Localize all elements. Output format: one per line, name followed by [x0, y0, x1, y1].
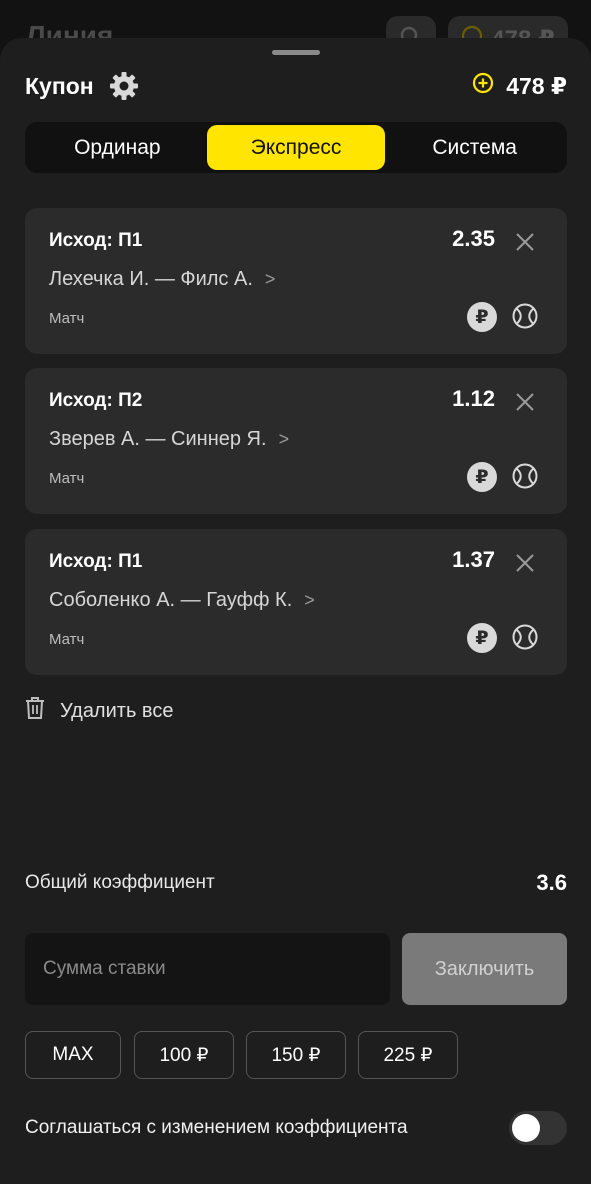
coupon-header: Купон 478 ₽: [25, 66, 567, 106]
bet-odds: 1.12: [452, 386, 495, 411]
bet-odds: 2.35: [452, 226, 495, 251]
agree-odds-change-toggle[interactable]: [509, 1111, 567, 1145]
submit-bet-button[interactable]: Заключить: [402, 933, 567, 1005]
bet-outcome: Исход: П1: [49, 551, 143, 572]
bet-card: Исход: П1 1.37 Соболенко А. — Гауфф К. >…: [25, 529, 567, 675]
close-icon[interactable]: [513, 390, 537, 414]
chevron-right-icon: >: [278, 429, 290, 449]
quick-amount-150[interactable]: 150 ₽: [246, 1031, 346, 1079]
bet-type: Матч: [49, 631, 85, 648]
bet-outcome: Исход: П2: [49, 390, 143, 411]
ruble-icon: ₽: [467, 462, 497, 492]
close-icon[interactable]: [513, 551, 537, 575]
ruble-icon: ₽: [467, 623, 497, 653]
bet-match-link[interactable]: Зверев А. — Синнер Я. >: [49, 428, 289, 451]
chevron-right-icon: >: [304, 590, 315, 610]
tab-express[interactable]: Экспресс: [206, 125, 386, 170]
bet-match: Лехечка И. — Филс А.: [49, 268, 253, 290]
chevron-right-icon: >: [264, 269, 276, 289]
total-odds-row: Общий коэффициент 3.6: [25, 870, 567, 896]
total-odds-label: Общий коэффициент: [25, 872, 215, 893]
balance[interactable]: 478 ₽: [472, 72, 567, 100]
tab-system[interactable]: Система: [385, 125, 564, 170]
trash-icon: [24, 696, 46, 726]
agree-odds-change-row: Соглашаться с изменением коэффициента: [25, 1108, 567, 1148]
tennis-ball-icon: [511, 623, 539, 651]
close-icon[interactable]: [513, 230, 537, 254]
stake-input[interactable]: [25, 933, 390, 1005]
bet-card: Исход: П2 1.12 Зверев А. — Синнер Я. > М…: [25, 368, 567, 514]
coupon-title: Купон: [25, 72, 94, 99]
tab-ordinar[interactable]: Ординар: [28, 125, 207, 170]
quick-amount-max[interactable]: MAX: [25, 1031, 121, 1079]
bet-type-tabs: Ординар Экспресс Система: [25, 122, 567, 173]
balance-value: 478 ₽: [506, 72, 567, 99]
bet-match: Соболенко А. — Гауфф К.: [49, 589, 293, 611]
total-odds-value: 3.6: [536, 870, 567, 895]
gear-icon[interactable]: [108, 70, 140, 102]
plus-circle-icon: [472, 72, 494, 100]
ruble-icon: ₽: [467, 302, 497, 332]
tennis-ball-icon: [511, 462, 539, 490]
delete-all-label: Удалить все: [60, 699, 174, 722]
bet-card: Исход: П1 2.35 Лехечка И. — Филс А. > Ма…: [25, 208, 567, 354]
bet-odds: 1.37: [452, 547, 495, 572]
drag-handle[interactable]: [272, 50, 320, 55]
bet-outcome: Исход: П1: [49, 230, 143, 251]
toggle-knob: [512, 1114, 540, 1142]
agree-odds-change-label: Соглашаться с изменением коэффициента: [25, 1117, 408, 1138]
bet-type: Матч: [49, 310, 85, 327]
bet-match: Зверев А. — Синнер Я.: [49, 428, 267, 450]
tennis-ball-icon: [511, 302, 539, 330]
quick-amount-225[interactable]: 225 ₽: [358, 1031, 458, 1079]
bet-match-link[interactable]: Соболенко А. — Гауфф К. >: [49, 589, 315, 612]
bet-type: Матч: [49, 470, 85, 487]
quick-amount-100[interactable]: 100 ₽: [134, 1031, 234, 1079]
bet-match-link[interactable]: Лехечка И. — Филс А. >: [49, 268, 275, 291]
delete-all-button[interactable]: Удалить все: [24, 696, 173, 726]
coupon-sheet: Купон 478 ₽ Ординар Экспресс Система Исх…: [0, 38, 591, 1184]
